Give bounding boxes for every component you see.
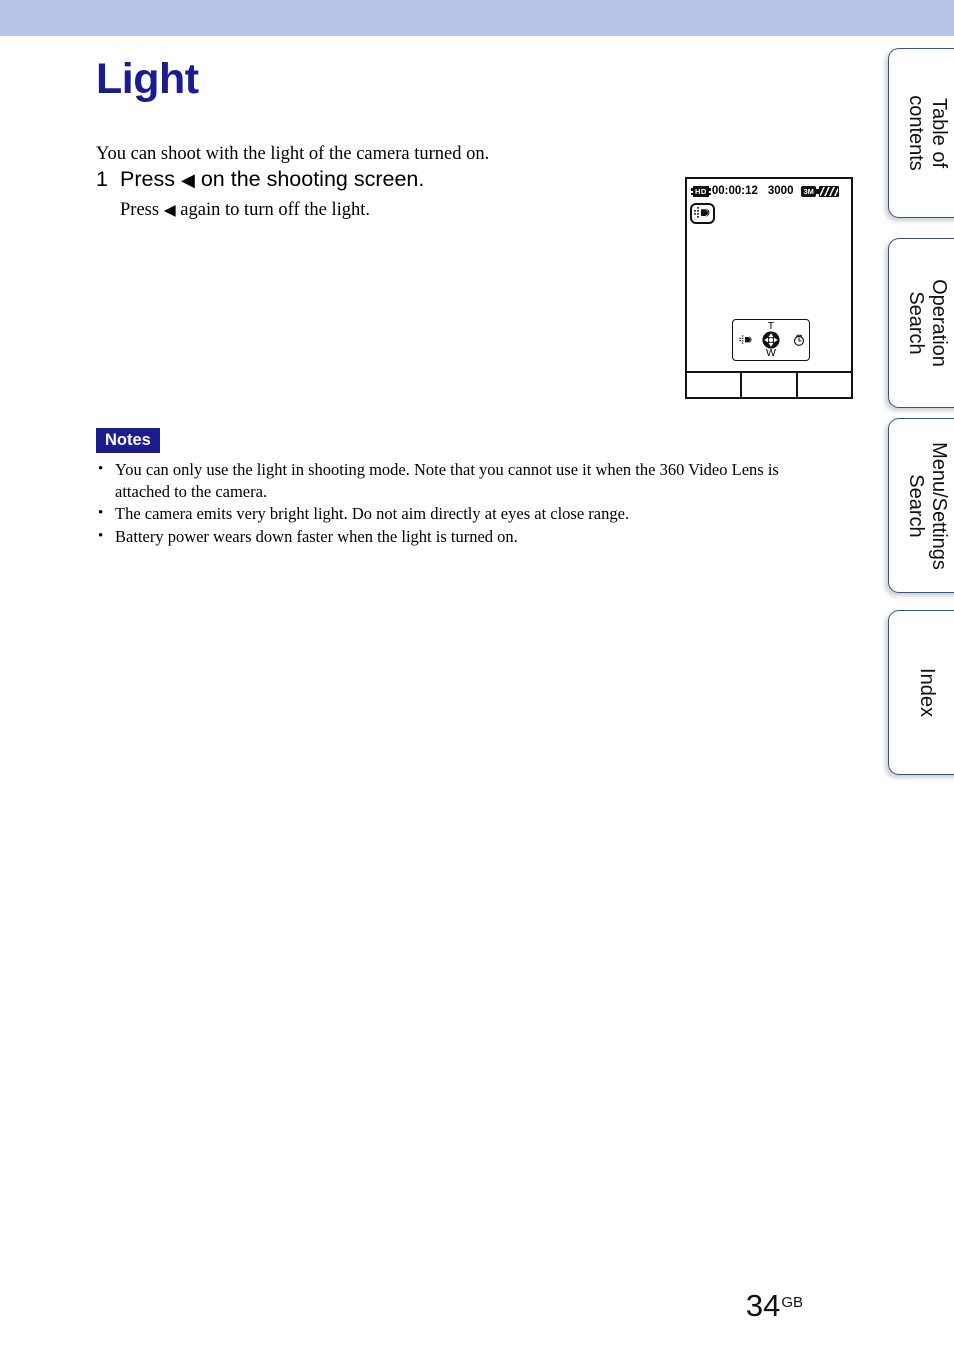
- four-way-disc-icon: [762, 331, 780, 349]
- step-1-heading-text: Press ◀ on the shooting screen.: [120, 165, 424, 194]
- camera-status-bar: HD 00:00:12 3000 3M: [687, 181, 851, 201]
- camera-screen-illustration: HD 00:00:12 3000 3M T W: [685, 177, 853, 399]
- shots-remaining: 3000: [767, 185, 794, 197]
- sidebar-item-label: Operation Search: [904, 279, 950, 367]
- intro-paragraph: You can shoot with the light of the came…: [96, 143, 490, 164]
- control-pad-diagram: T W: [732, 319, 810, 361]
- step-1-sub-before: Press: [120, 200, 160, 220]
- hd-film-icon: HD: [691, 185, 711, 197]
- page-header-band: [0, 0, 954, 36]
- notes-badge: Notes: [96, 428, 160, 453]
- self-timer-icon: [793, 334, 805, 346]
- light-lamp-icon: [693, 207, 709, 218]
- page-content: Light You can shoot with the light of th…: [0, 36, 878, 1369]
- sidebar-item-menu-settings-search[interactable]: Menu/Settings Search: [888, 418, 954, 593]
- page-title: Light: [96, 55, 199, 103]
- notes-list: You can only use the light in shooting m…: [96, 459, 836, 547]
- pad-top-label: T: [767, 320, 775, 332]
- light-lamp-icon: [739, 335, 754, 346]
- step-1-sub-after: again to turn off the light.: [180, 200, 371, 220]
- sidebar-item-index[interactable]: Index: [888, 610, 954, 775]
- left-arrow-icon: ◀: [163, 202, 176, 219]
- step-1-heading-after: on the shooting screen.: [200, 167, 425, 191]
- softkey-right: [798, 373, 851, 397]
- sidebar-item-label: Menu/Settings Search: [904, 441, 950, 570]
- sidebar-item-label: Index: [916, 668, 938, 717]
- light-indicator-badge: [690, 203, 715, 224]
- list-item: The camera emits very bright light. Do n…: [96, 503, 836, 525]
- softkey-left: [687, 373, 743, 397]
- page-number: 34GB: [745, 1288, 803, 1329]
- notes-block: Notes You can only use the light in shoo…: [96, 428, 836, 548]
- recording-time: 00:00:12: [711, 185, 758, 197]
- image-size-icon: 3M: [801, 185, 816, 197]
- step-1-heading: 1 Press ◀ on the shooting screen.: [96, 165, 656, 194]
- camera-softkey-bar: [687, 371, 851, 397]
- step-1-heading-before: Press: [120, 167, 175, 191]
- side-tab-rail: Table of contents Operation Search Menu/…: [878, 0, 954, 1369]
- sidebar-item-table-of-contents[interactable]: Table of contents: [888, 48, 954, 218]
- step-1: 1 Press ◀ on the shooting screen. Press …: [96, 165, 656, 223]
- battery-full-icon: [815, 185, 839, 197]
- pad-bottom-label: W: [766, 347, 776, 359]
- page-number-suffix: GB: [781, 1294, 803, 1311]
- page-number-value: 34: [745, 1288, 781, 1323]
- list-item: Battery power wears down faster when the…: [96, 526, 836, 548]
- sidebar-item-label: Table of contents: [904, 95, 950, 171]
- sidebar-item-operation-search[interactable]: Operation Search: [888, 238, 954, 408]
- step-1-number: 1: [96, 167, 108, 191]
- left-arrow-icon: ◀: [180, 170, 195, 190]
- step-1-subtext: Press ◀ again to turn off the light.: [120, 198, 656, 223]
- softkey-center: [742, 373, 798, 397]
- list-item: You can only use the light in shooting m…: [96, 459, 836, 502]
